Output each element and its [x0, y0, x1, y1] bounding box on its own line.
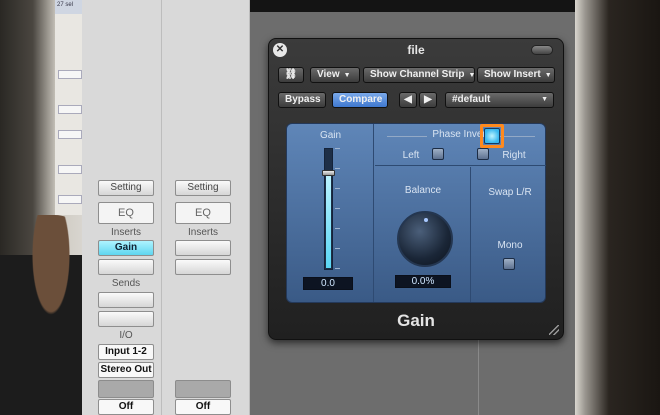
person-silhouette	[0, 215, 85, 415]
background-tab: 27 sel	[55, 0, 85, 14]
sends-label: Sends	[111, 278, 141, 289]
gain-slider-thumb[interactable]	[322, 170, 335, 176]
group-slot[interactable]	[98, 380, 154, 398]
background-field	[58, 105, 82, 114]
background-field	[58, 70, 82, 79]
plugin-panel: Gain 0.0 Phase Invert Left Right Balance…	[286, 123, 546, 303]
automation-button[interactable]: Off	[98, 399, 154, 415]
background-field	[58, 195, 82, 204]
balance-value[interactable]: 0.0%	[395, 275, 451, 288]
title-bar[interactable]: ✕ file	[269, 39, 563, 61]
chevron-down-icon: ▼	[343, 72, 351, 79]
balance-label: Balance	[404, 185, 442, 196]
show-insert-label: Show Insert	[484, 69, 541, 80]
gain-value[interactable]: 0.0	[303, 277, 353, 290]
insert-slot-empty[interactable]	[175, 259, 231, 275]
gain-slider[interactable]	[322, 148, 335, 270]
show-channel-strip-menu[interactable]: Show Channel Strip ▼	[363, 67, 475, 83]
background-window	[55, 0, 85, 215]
chevron-down-icon: ▼	[541, 96, 548, 103]
balance-section: Balance 0.0%	[375, 167, 471, 302]
automation-button[interactable]: Off	[175, 399, 231, 415]
channel-strip-2: Setting EQ Inserts Off	[162, 0, 250, 415]
eq-button[interactable]: EQ	[98, 202, 154, 224]
phase-right-checkbox[interactable]	[477, 148, 489, 160]
resize-grip-icon[interactable]	[549, 325, 559, 335]
inserts-label: Inserts	[187, 227, 218, 238]
insert-slot-empty[interactable]	[175, 240, 231, 256]
gain-section: Gain 0.0	[287, 124, 374, 302]
gain-label: Gain	[319, 130, 342, 141]
background-field	[58, 165, 82, 174]
mono-checkbox[interactable]	[503, 258, 515, 270]
io-label: I/O	[119, 330, 133, 341]
plugin-name: Gain	[397, 311, 435, 330]
knob-indicator	[424, 218, 428, 222]
send-slot[interactable]	[98, 311, 154, 327]
arrow-right-icon: ▶	[424, 94, 432, 105]
chevron-down-icon: ▼	[468, 72, 476, 79]
backdrop-divider	[478, 340, 479, 415]
output-button[interactable]: Stereo Out	[98, 362, 154, 378]
compare-button[interactable]: Compare	[332, 92, 388, 108]
phase-right-label: Right	[502, 150, 526, 161]
arrow-left-icon: ◀	[404, 94, 412, 105]
insert-slot-gain[interactable]: Gain	[98, 240, 154, 256]
inserts-label: Inserts	[110, 227, 141, 238]
plugin-window: ✕ file ⛓ View ▼ Show Channel Strip ▼ Show …	[268, 38, 564, 340]
swap-label: Swap L/R	[488, 187, 532, 198]
group-slot[interactable]	[175, 380, 231, 398]
phase-invert-label: Phase Invert	[375, 129, 546, 140]
collapse-button[interactable]	[531, 45, 553, 55]
chevron-down-icon: ▼	[544, 72, 552, 79]
gain-meter-fill	[326, 172, 331, 268]
view-menu[interactable]: View ▼	[310, 67, 360, 83]
preset-label: #default	[452, 94, 491, 105]
mono-label: Mono	[497, 240, 523, 251]
preset-menu[interactable]: #default ▼	[445, 92, 554, 108]
background-right	[575, 0, 660, 415]
insert-slot-empty[interactable]	[98, 259, 154, 275]
eq-button[interactable]: EQ	[175, 202, 231, 224]
view-menu-label: View	[317, 69, 340, 80]
mixer: Setting EQ Inserts Gain Sends I/O Input …	[82, 0, 250, 415]
bypass-button[interactable]: Bypass	[278, 92, 326, 108]
gain-scale	[335, 148, 340, 270]
phase-left-label: Left	[402, 150, 420, 161]
previous-preset-button[interactable]: ◀	[399, 92, 417, 108]
background-field	[58, 130, 82, 139]
show-insert-menu[interactable]: Show Insert ▼	[477, 67, 555, 83]
input-button[interactable]: Input 1-2	[98, 344, 154, 360]
channel-strip-1: Setting EQ Inserts Gain Sends I/O Input …	[82, 0, 162, 415]
balance-knob[interactable]	[397, 211, 453, 267]
phase-invert-section: Phase Invert Left Right	[375, 124, 546, 166]
phase-left-checkbox[interactable]	[432, 148, 444, 160]
swap-lr-toggle[interactable]	[484, 128, 500, 144]
window-title: file	[407, 43, 425, 57]
show-channel-strip-label: Show Channel Strip	[370, 69, 465, 80]
setting-button[interactable]: Setting	[175, 180, 231, 196]
link-icon[interactable]: ⛓	[278, 67, 304, 83]
next-preset-button[interactable]: ▶	[419, 92, 437, 108]
send-slot[interactable]	[98, 292, 154, 308]
setting-button[interactable]: Setting	[98, 180, 154, 196]
